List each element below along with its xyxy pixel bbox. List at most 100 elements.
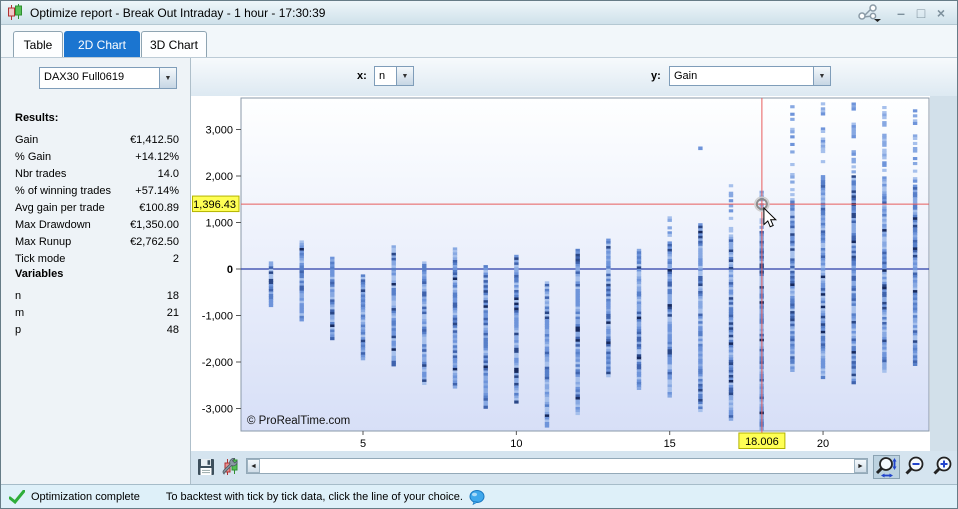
data-point[interactable] (668, 226, 672, 229)
data-point[interactable] (852, 381, 856, 384)
data-point[interactable] (790, 135, 794, 138)
x-axis-dropdown[interactable]: n ▼ (374, 66, 414, 86)
data-point[interactable] (913, 180, 917, 183)
data-point[interactable] (729, 184, 733, 187)
data-point[interactable] (913, 114, 917, 117)
zoom-out-button[interactable] (902, 455, 929, 479)
result-row: Tick mode2 (15, 251, 179, 268)
data-point[interactable] (913, 363, 917, 366)
instrument-dropdown[interactable]: DAX30 Full0619 ▼ (39, 67, 177, 89)
data-point[interactable] (790, 369, 794, 372)
data-point[interactable] (882, 169, 886, 172)
data-point[interactable] (392, 363, 396, 366)
data-point[interactable] (729, 199, 733, 202)
tab-3d-chart[interactable]: 3D Chart (141, 31, 207, 57)
data-point[interactable] (821, 102, 825, 105)
data-point[interactable] (821, 150, 825, 153)
y-axis-dropdown[interactable]: Gain ▼ (669, 66, 831, 86)
data-point[interactable] (852, 108, 856, 111)
data-point[interactable] (269, 304, 273, 307)
data-point[interactable] (453, 386, 457, 389)
data-point[interactable] (882, 124, 886, 127)
chevron-down-icon: ▼ (159, 68, 176, 88)
data-point[interactable] (821, 112, 825, 115)
data-point[interactable] (790, 150, 794, 153)
outlier-point[interactable] (698, 147, 702, 151)
data-point[interactable] (790, 105, 794, 108)
horizontal-scrollbar[interactable]: ◄ ► (246, 458, 868, 474)
maximize-button[interactable]: □ (911, 4, 931, 22)
data-point[interactable] (361, 357, 365, 360)
data-point[interactable] (913, 109, 917, 112)
data-point[interactable] (668, 395, 672, 398)
data-point[interactable] (882, 156, 886, 159)
minimize-button[interactable]: – (891, 4, 911, 22)
result-row-label: Max Runup (15, 234, 71, 251)
data-point[interactable] (422, 382, 426, 385)
scroll-left-arrow[interactable]: ◄ (247, 459, 260, 473)
scroll-right-arrow[interactable]: ► (854, 459, 867, 473)
data-point[interactable] (913, 122, 917, 125)
data-point[interactable] (576, 412, 580, 415)
data-point[interactable] (729, 209, 733, 212)
data-point[interactable] (300, 318, 304, 321)
data-point[interactable] (698, 409, 702, 412)
data-point[interactable] (668, 219, 672, 222)
zoom-in-button[interactable] (930, 455, 957, 479)
data-point[interactable] (790, 188, 794, 191)
data-point[interactable] (330, 337, 334, 340)
tab-2d-chart[interactable]: 2D Chart (64, 31, 140, 57)
data-point[interactable] (913, 157, 917, 160)
data-point[interactable] (790, 130, 794, 133)
data-point[interactable] (790, 163, 794, 166)
data-point[interactable] (821, 160, 825, 163)
data-point[interactable] (729, 418, 733, 421)
close-button[interactable]: × (931, 4, 951, 22)
data-point[interactable] (668, 234, 672, 237)
data-point[interactable] (729, 194, 733, 197)
y-tick-label: -2,000 (202, 357, 233, 369)
data-point[interactable] (852, 165, 856, 168)
data-point[interactable] (882, 116, 886, 119)
data-point[interactable] (852, 135, 856, 138)
result-row: Nbr trades14.0 (15, 166, 179, 183)
save-button[interactable] (195, 456, 217, 478)
data-point[interactable] (913, 137, 917, 140)
data-point[interactable] (545, 425, 549, 428)
data-point[interactable] (484, 406, 488, 409)
variables-rows: n18m21p48 (15, 288, 179, 339)
data-point[interactable] (882, 106, 886, 109)
crosshair-y-value: 1,396.43 (193, 199, 236, 211)
data-point[interactable] (821, 376, 825, 379)
data-point[interactable] (913, 170, 917, 173)
data-point[interactable] (913, 142, 917, 145)
data-point[interactable] (514, 401, 518, 404)
plot-area[interactable] (241, 98, 929, 431)
tab-table[interactable]: Table (13, 31, 63, 57)
data-point[interactable] (790, 193, 794, 196)
data-point[interactable] (637, 387, 641, 390)
data-point[interactable] (882, 144, 886, 147)
data-point[interactable] (852, 160, 856, 163)
data-point[interactable] (852, 170, 856, 173)
share-detach-icon[interactable] (857, 4, 883, 22)
backtest-settings-button[interactable] (220, 456, 242, 478)
data-point[interactable] (882, 164, 886, 167)
data-point[interactable] (606, 374, 610, 377)
data-point[interactable] (790, 181, 794, 184)
data-point[interactable] (729, 217, 733, 220)
data-point[interactable] (729, 229, 733, 232)
results-sidebar: DAX30 Full0619 ▼ Results: Gain€1,412.50%… (1, 58, 191, 484)
data-point[interactable] (790, 113, 794, 116)
data-point[interactable] (790, 143, 794, 146)
data-point[interactable] (913, 150, 917, 153)
data-point[interactable] (913, 162, 917, 165)
data-point[interactable] (821, 130, 825, 133)
data-point[interactable] (852, 153, 856, 156)
scatter-chart[interactable]: 3,0002,0001,0000-1,000-2,000-3,000510152… (191, 96, 958, 451)
data-point[interactable] (729, 204, 733, 207)
zoom-fit-button[interactable] (873, 455, 900, 479)
data-point[interactable] (790, 118, 794, 121)
data-point[interactable] (882, 370, 886, 373)
data-point[interactable] (790, 176, 794, 179)
